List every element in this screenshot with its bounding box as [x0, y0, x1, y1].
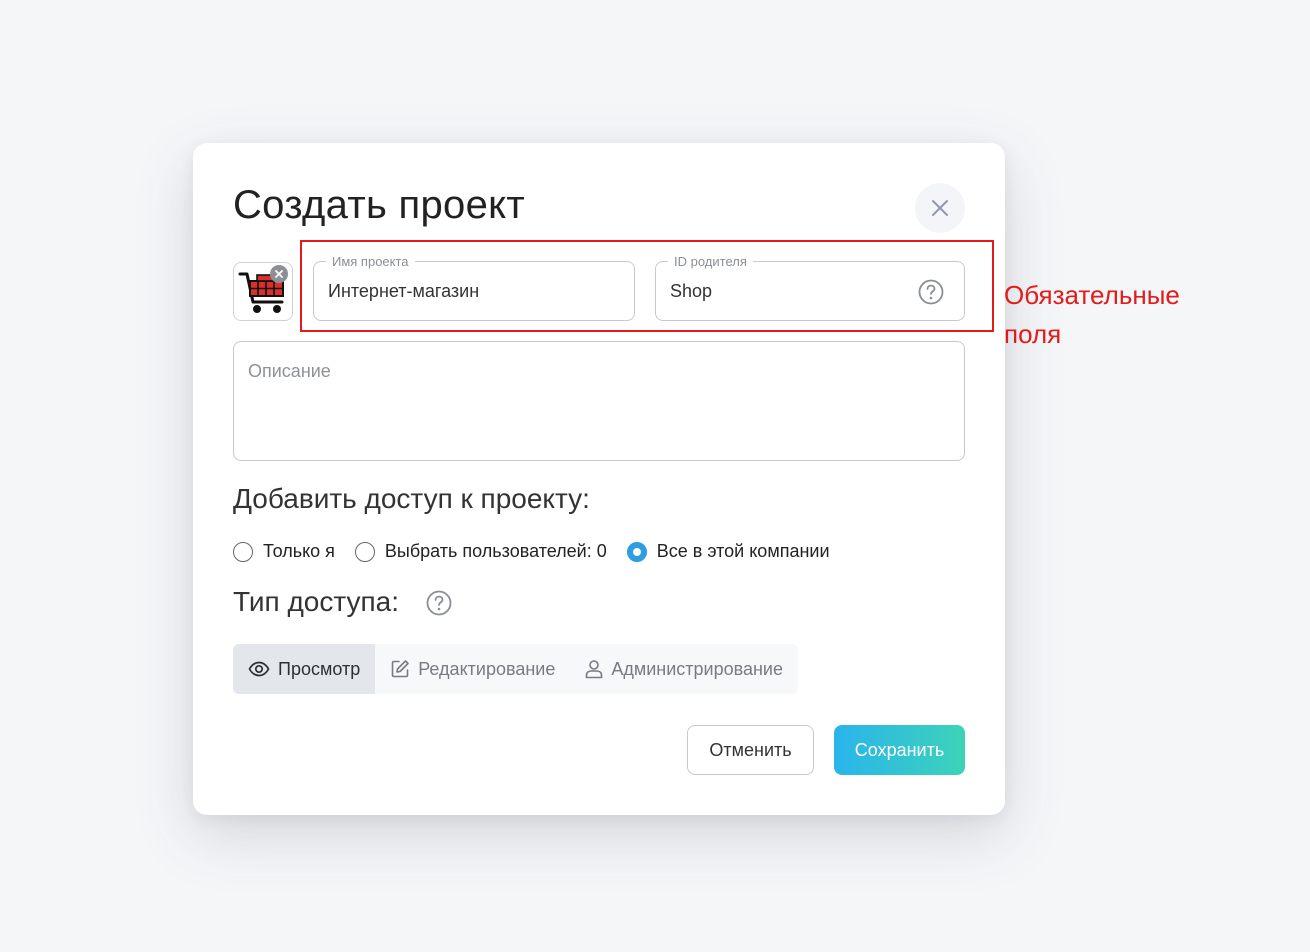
- close-icon: [932, 200, 948, 216]
- radio-button[interactable]: [233, 541, 253, 562]
- access-type-heading: Тип доступа:: [233, 586, 400, 617]
- tab-edit[interactable]: Редактирование: [375, 644, 570, 694]
- access-type-help-icon[interactable]: [426, 590, 452, 621]
- access-heading: Добавить доступ к проекту:: [233, 483, 590, 514]
- save-button[interactable]: Сохранить: [834, 725, 965, 775]
- tab-label: Редактирование: [418, 658, 556, 679]
- dialog-title: Создать проект: [233, 183, 525, 227]
- remove-avatar-button[interactable]: [270, 265, 288, 283]
- eye-icon: [248, 661, 270, 677]
- edit-icon: [391, 660, 410, 678]
- cancel-button[interactable]: Отменить: [687, 725, 814, 775]
- access-radio-group: Только я Выбрать пользователей: 0 Все в …: [233, 541, 850, 562]
- user-icon: [586, 660, 603, 679]
- radio-button[interactable]: [354, 541, 375, 562]
- access-type-tabs: Просмотр Редактирование Администрировани…: [233, 644, 798, 694]
- radio-only-me[interactable]: Только я: [233, 541, 335, 562]
- radio-label: Только я: [263, 541, 335, 561]
- annotation-line-1: Обязательные: [1004, 280, 1180, 310]
- radio-select-users[interactable]: Выбрать пользователей: 0: [354, 541, 607, 562]
- close-button[interactable]: [915, 183, 965, 233]
- project-avatar[interactable]: [233, 262, 293, 321]
- radio-label: Все в этой компании: [656, 541, 830, 561]
- tab-admin[interactable]: Администрирование: [570, 644, 798, 694]
- radio-everyone-in-company[interactable]: Все в этой компании: [626, 541, 830, 562]
- radio-button-checked[interactable]: [626, 541, 647, 562]
- annotation-line-2: поля: [1004, 319, 1062, 349]
- description-input[interactable]: [248, 361, 948, 446]
- tab-label: Администрирование: [611, 658, 783, 679]
- tab-view[interactable]: Просмотр: [233, 644, 376, 694]
- description-field[interactable]: [233, 341, 965, 461]
- question-circle-icon: [426, 590, 452, 616]
- required-fields-annotation: Обязательные поля: [1004, 276, 1264, 354]
- tab-label: Просмотр: [278, 658, 361, 679]
- close-icon: [275, 270, 283, 278]
- required-fields-highlight: [300, 240, 994, 332]
- radio-label: Выбрать пользователей: 0: [384, 541, 607, 561]
